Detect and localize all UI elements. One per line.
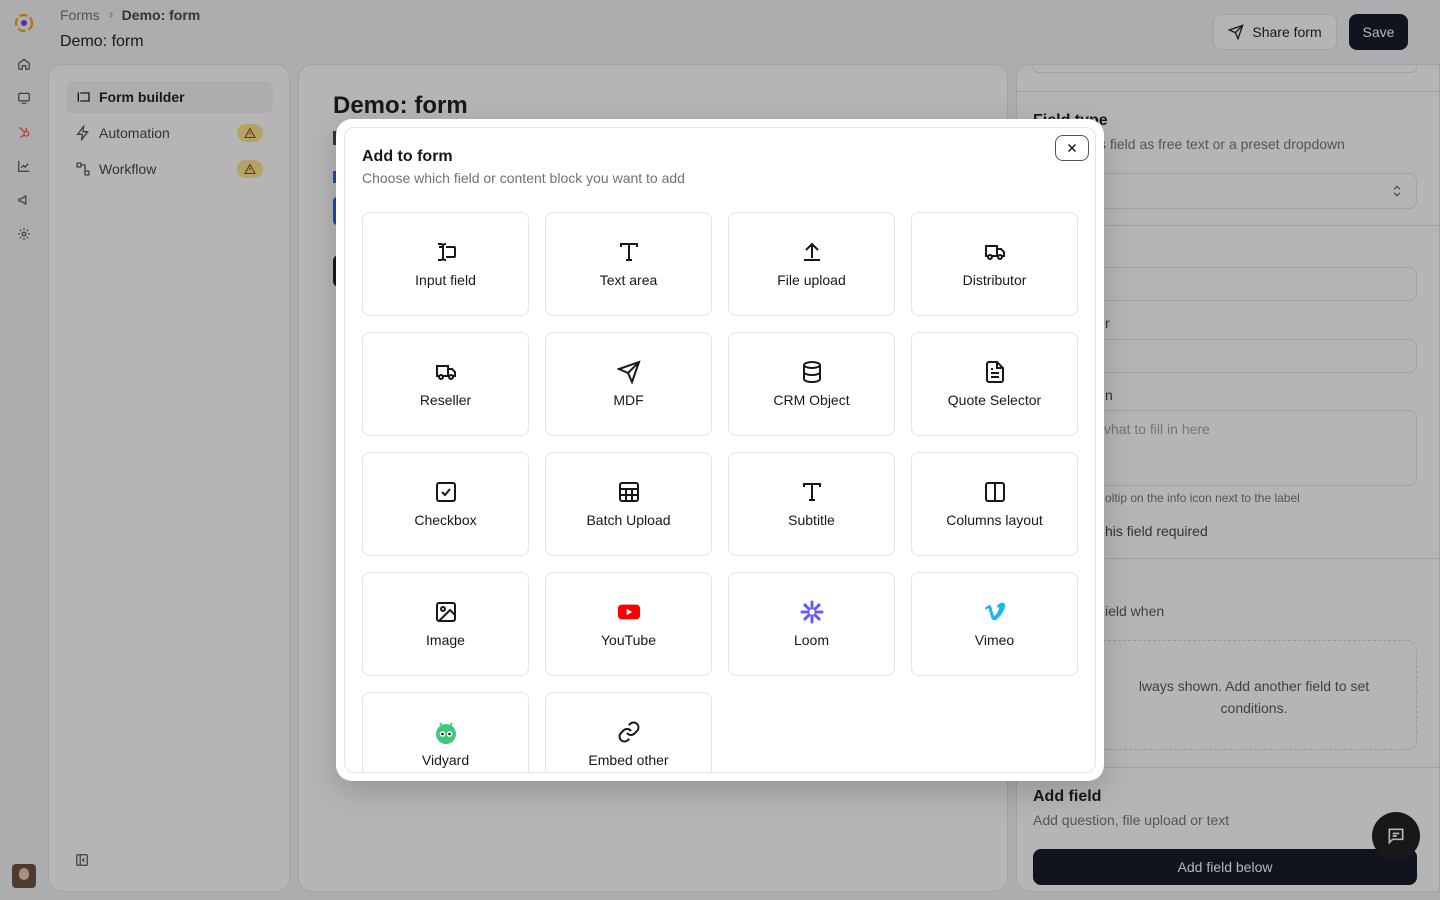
tile-label: Batch Upload [586, 512, 671, 528]
tile-label: Subtitle [788, 512, 835, 528]
tile-label: Embed other [588, 752, 669, 768]
tile-label: Vidyard [421, 752, 470, 768]
tile-mdf[interactable]: MDF [545, 332, 712, 436]
tile-checkbox[interactable]: Checkbox [362, 452, 529, 556]
send-icon [616, 360, 641, 384]
columns-icon [983, 480, 1007, 504]
link-icon [617, 720, 641, 744]
tile-youtube[interactable]: YouTube [545, 572, 712, 676]
tile-label: File upload [777, 272, 846, 288]
input-field-icon [434, 240, 458, 264]
tile-label: YouTube [600, 632, 656, 648]
tile-file-upload[interactable]: File upload [728, 212, 895, 316]
modal-subtitle: Choose which field or content block you … [362, 170, 685, 186]
document-icon [983, 360, 1007, 384]
text-icon [617, 240, 641, 264]
close-icon [1065, 141, 1079, 155]
tile-vimeo[interactable]: Vimeo [911, 572, 1078, 676]
tile-text-area[interactable]: Text area [545, 212, 712, 316]
tile-batch-upload[interactable]: Batch Upload [545, 452, 712, 556]
loom-icon [800, 600, 824, 624]
truck-icon [983, 240, 1007, 264]
tile-label: Columns layout [946, 512, 1043, 528]
tile-label: Vimeo [974, 632, 1015, 648]
table-icon [617, 480, 641, 504]
tile-vidyard[interactable]: Vidyard [362, 692, 529, 772]
tile-label: Quote Selector [947, 392, 1042, 408]
youtube-icon [617, 600, 641, 624]
tile-columns-layout[interactable]: Columns layout [911, 452, 1078, 556]
truck-icon [434, 360, 458, 384]
tile-image[interactable]: Image [362, 572, 529, 676]
tile-label: Image [426, 632, 465, 648]
tile-loom[interactable]: Loom [728, 572, 895, 676]
upload-icon [800, 240, 824, 264]
tile-label: Text area [599, 272, 658, 288]
tile-label: Input field [415, 272, 476, 288]
image-icon [434, 600, 458, 624]
text-icon [800, 480, 824, 504]
tile-label: Reseller [419, 392, 472, 408]
add-to-form-modal: Add to form Choose which field or conten… [336, 119, 1104, 781]
tile-embed-other[interactable]: Embed other [545, 692, 712, 772]
tile-subtitle[interactable]: Subtitle [728, 452, 895, 556]
tile-crm-object[interactable]: CRM Object [728, 332, 895, 436]
tile-label: Loom [793, 632, 830, 648]
tile-label: Distributor [962, 272, 1027, 288]
block-grid: Input field Text area File upload Distri… [362, 212, 1080, 772]
tile-label: MDF [613, 392, 644, 408]
tile-label: Checkbox [414, 512, 477, 528]
tile-reseller[interactable]: Reseller [362, 332, 529, 436]
modal-content: Add to form Choose which field or conten… [344, 127, 1096, 773]
database-icon [800, 360, 824, 384]
tile-quote-selector[interactable]: Quote Selector [911, 332, 1078, 436]
vidyard-icon [434, 720, 458, 744]
tile-label: CRM Object [773, 392, 850, 408]
tile-input-field[interactable]: Input field [362, 212, 529, 316]
tile-distributor[interactable]: Distributor [911, 212, 1078, 316]
close-button[interactable] [1055, 135, 1089, 161]
modal-title: Add to form [362, 148, 453, 165]
checkbox-icon [434, 480, 458, 504]
vimeo-icon [983, 600, 1007, 624]
